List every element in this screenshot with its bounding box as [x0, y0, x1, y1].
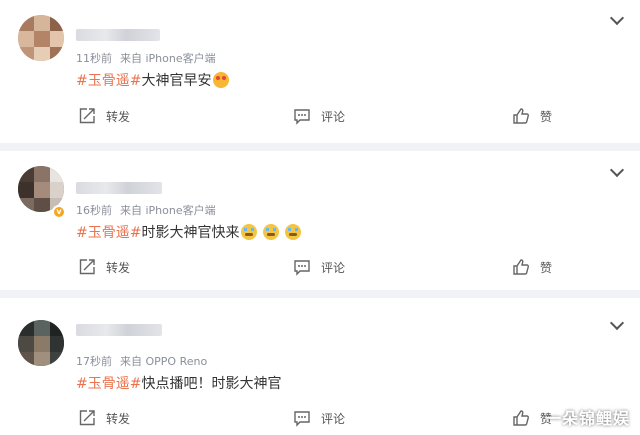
like-label: 赞 — [540, 109, 553, 124]
like-button[interactable]: 赞 — [512, 257, 552, 277]
crying-face-icon — [263, 224, 280, 240]
watermark-text: 一朵锦鲤娱 — [544, 409, 630, 428]
post-actions: 转发 评论 赞 — [0, 106, 640, 126]
post-time[interactable]: 11秒前 — [76, 52, 112, 65]
post-source: 来自 iPhone客户端 — [120, 204, 216, 217]
post-text: 快点播吧！时影大神官 — [141, 376, 282, 392]
avatar[interactable] — [18, 320, 64, 366]
crying-face-icon — [241, 224, 258, 240]
post-card-2: v 16秒前 来自 iPhone客户端 #玉骨遥#时影大神官快来 转发 评论 赞 — [0, 151, 640, 290]
love-face-icon — [213, 72, 230, 88]
comment-label: 评论 — [321, 411, 346, 426]
repost-button[interactable]: 转发 — [78, 106, 130, 126]
username-blurred[interactable] — [76, 29, 160, 41]
post-source: 来自 iPhone客户端 — [120, 52, 216, 65]
crying-face-icon — [285, 224, 302, 240]
repost-label: 转发 — [106, 260, 131, 275]
post-source: 来自 OPPO Reno — [120, 355, 208, 368]
topic-link[interactable]: #玉骨遥# — [76, 376, 141, 392]
repost-icon — [78, 258, 96, 276]
username-blurred[interactable] — [76, 324, 162, 336]
comment-icon — [293, 409, 311, 427]
post-content: #玉骨遥#时影大神官快来 — [76, 222, 302, 242]
topic-link[interactable]: #玉骨遥# — [76, 73, 141, 89]
post-content: #玉骨遥#快点播吧！时影大神官 — [76, 373, 281, 393]
like-button[interactable]: 赞 — [512, 106, 552, 126]
post-meta: 16秒前 来自 iPhone客户端 — [76, 202, 216, 218]
repost-button[interactable]: 转发 — [78, 408, 130, 428]
repost-button[interactable]: 转发 — [78, 257, 130, 277]
verified-badge-icon: v — [52, 205, 66, 219]
topic-link[interactable]: #玉骨遥# — [76, 225, 141, 241]
avatar[interactable] — [18, 15, 64, 61]
repost-icon — [78, 409, 96, 427]
comment-button[interactable]: 评论 — [293, 257, 345, 277]
chevron-down-icon[interactable] — [609, 10, 625, 26]
post-actions: 转发 评论 赞 — [0, 257, 640, 277]
comment-label: 评论 — [321, 109, 346, 124]
comment-button[interactable]: 评论 — [293, 408, 345, 428]
comment-button[interactable]: 评论 — [293, 106, 345, 126]
thumbs-up-icon — [512, 409, 530, 427]
comment-label: 评论 — [321, 260, 346, 275]
repost-label: 转发 — [106, 109, 131, 124]
post-text: 时影大神官快来 — [141, 225, 240, 241]
post-content: #玉骨遥#大神官早安 — [76, 70, 230, 90]
comment-icon — [293, 258, 311, 276]
post-card-1: 11秒前 来自 iPhone客户端 #玉骨遥#大神官早安 转发 评论 赞 — [0, 0, 640, 143]
comment-icon — [293, 107, 311, 125]
post-meta: 17秒前 来自 OPPO Reno — [76, 353, 207, 369]
username-blurred[interactable] — [76, 182, 162, 194]
post-meta: 11秒前 来自 iPhone客户端 — [76, 50, 216, 66]
thumbs-up-icon — [512, 258, 530, 276]
like-label: 赞 — [540, 260, 553, 275]
post-time[interactable]: 16秒前 — [76, 204, 112, 217]
repost-icon — [78, 107, 96, 125]
post-text: 大神官早安 — [141, 73, 212, 89]
chevron-down-icon[interactable] — [609, 162, 625, 178]
chevron-down-icon[interactable] — [609, 315, 625, 331]
repost-label: 转发 — [106, 411, 131, 426]
post-time[interactable]: 17秒前 — [76, 355, 112, 368]
thumbs-up-icon — [512, 107, 530, 125]
